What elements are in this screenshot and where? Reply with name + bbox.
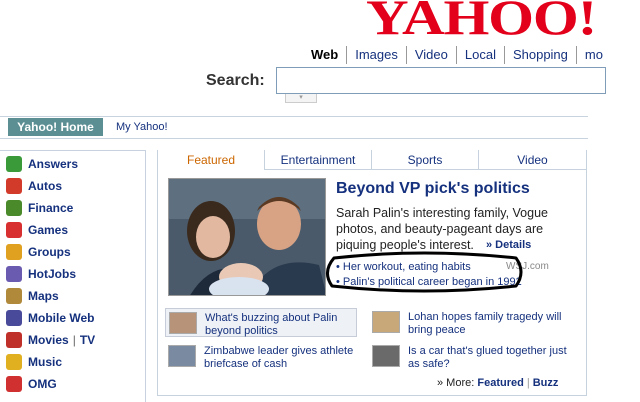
sidebar-item-maps[interactable]: Maps [6, 287, 59, 305]
dice-icon [6, 222, 22, 238]
search-tabs: Web Images Video Local Shopping mo [303, 46, 603, 64]
search-tab-more[interactable]: mo [577, 46, 603, 64]
sidebar-item-label: Groups [28, 245, 71, 259]
music-icon [6, 354, 22, 370]
groups-icon [6, 244, 22, 260]
lohan-thumb [372, 311, 400, 333]
story-link[interactable]: Is a car that's glued together just as s… [372, 345, 572, 371]
hand-drawn-circle-annotation [326, 251, 523, 293]
story-text: What's buzzing about Palin beyond politi… [205, 312, 338, 337]
featured-photo[interactable] [168, 178, 326, 296]
sidebar-item-label: Maps [28, 289, 59, 303]
sidebar-item-label: Mobile Web [28, 311, 95, 325]
divider: | [72, 333, 76, 347]
story-link[interactable]: Lohan hopes family tragedy will bring pe… [372, 311, 572, 337]
answers-icon [6, 156, 22, 172]
story-link[interactable]: What's buzzing about Palin beyond politi… [165, 308, 357, 337]
sidebar-item-label: Games [28, 223, 69, 237]
sidebar-item-hotjobs[interactable]: HotJobs [6, 265, 76, 283]
sidebar-item-autos[interactable]: Autos [6, 177, 62, 195]
car-icon [6, 178, 22, 194]
sidebar: Answers Autos Finance Games Groups HotJo… [0, 150, 146, 402]
athlete-thumb [168, 345, 196, 367]
movies-icon [6, 332, 22, 348]
hotjobs-icon [6, 266, 22, 282]
search-dropdown-icon[interactable]: ▾ [285, 94, 317, 103]
more-links: » More: Featured | Buzz [437, 377, 558, 389]
sidebar-item-games[interactable]: Games [6, 221, 68, 239]
sidebar-item-label: Movies [28, 333, 69, 347]
search-tab-local[interactable]: Local [457, 46, 505, 64]
tab-sports[interactable]: Sports [372, 150, 479, 170]
search-tab-images[interactable]: Images [347, 46, 407, 64]
more-buzz-link[interactable]: Buzz [533, 377, 559, 389]
search-tab-shopping[interactable]: Shopping [505, 46, 577, 64]
sidebar-item-finance[interactable]: Finance [6, 199, 73, 217]
divider: | [526, 377, 530, 389]
yahoo-logo[interactable]: YAHOO! [366, 0, 597, 42]
featured-summary: Sarah Palin's interesting family, Vogue … [336, 206, 548, 252]
sidebar-item-label: OMG [28, 377, 57, 391]
sidebar-item-label: Autos [28, 179, 62, 193]
search-tab-web[interactable]: Web [303, 46, 348, 64]
omg-icon [6, 376, 22, 392]
search-tab-video[interactable]: Video [407, 46, 457, 64]
car-thumb [372, 345, 400, 367]
yahoo-home-tab[interactable]: Yahoo! Home [8, 118, 103, 136]
sidebar-item-label: Finance [28, 201, 74, 215]
sidebar-item-label: Answers [28, 157, 79, 171]
story-link[interactable]: Zimbabwe leader gives athlete briefcase … [168, 345, 358, 371]
story-text: Is a car that's glued together just as s… [408, 345, 567, 370]
story-text: Zimbabwe leader gives athlete briefcase … [204, 345, 354, 370]
search-input[interactable] [276, 67, 606, 94]
tab-video[interactable]: Video [479, 150, 586, 170]
sidebar-item-mobile-web[interactable]: Mobile Web [6, 309, 94, 327]
tab-entertainment[interactable]: Entertainment [265, 150, 372, 170]
sidebar-item-label: Music [28, 355, 63, 369]
story-text: Lohan hopes family tragedy will bring pe… [408, 311, 562, 336]
palin-thumb [169, 312, 197, 334]
more-label: » More: [437, 377, 475, 389]
sidebar-item-omg[interactable]: OMG [6, 375, 57, 393]
tab-featured[interactable]: Featured [158, 150, 265, 170]
more-featured-link[interactable]: Featured [477, 377, 523, 389]
featured-tabs: Featured Entertainment Sports Video [158, 150, 586, 170]
sidebar-item-music[interactable]: Music [6, 353, 62, 371]
sidebar-item-label: HotJobs [28, 267, 76, 281]
mobile-icon [6, 310, 22, 326]
my-yahoo-link[interactable]: My Yahoo! [116, 121, 168, 133]
finance-icon [6, 200, 22, 216]
sidebar-item-groups[interactable]: Groups [6, 243, 71, 261]
map-icon [6, 288, 22, 304]
sidebar-item-answers[interactable]: Answers [6, 155, 78, 173]
featured-headline[interactable]: Beyond VP pick's politics [336, 180, 530, 198]
featured-photo-image [169, 179, 325, 295]
search-label: Search: [206, 72, 265, 89]
sidebar-item-movies[interactable]: Movies | TV [6, 331, 95, 349]
sidebar-item-tv[interactable]: TV [80, 333, 95, 347]
